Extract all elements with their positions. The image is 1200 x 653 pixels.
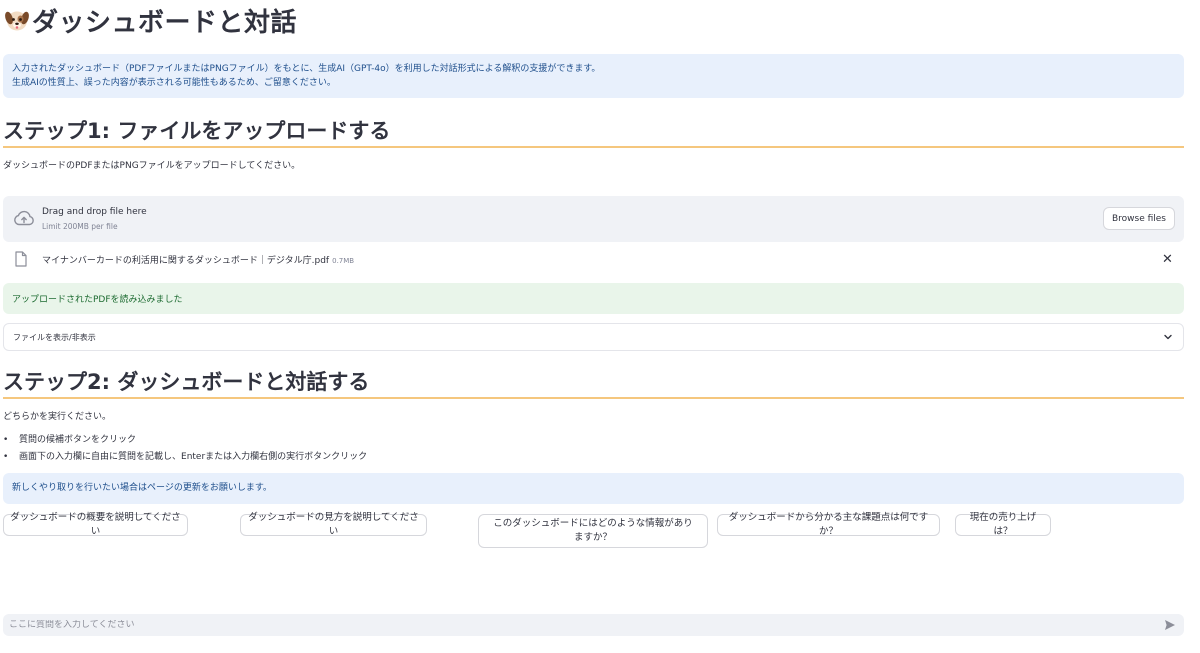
intro-line-2: 生成AIの性質上、誤った内容が表示される可能性もあるため、ご留意ください。 [12, 77, 336, 88]
step1-heading: ステップ1: ファイルをアップロードする [3, 119, 391, 143]
suggestion-button[interactable]: ダッシュボードの見方を説明してください [240, 512, 427, 537]
suggestion-button[interactable]: ダッシュボードの概要を説明してください [3, 512, 188, 537]
page-title-row: ダッシュボードと対話 [4, 4, 298, 38]
refresh-note: 新しくやり取りを行いたい場合はページの更新をお願いします。 [12, 482, 272, 493]
cloud-upload-icon [14, 210, 34, 226]
chat-input-bar [3, 614, 1184, 636]
expander-label: ファイルを表示/非表示 [13, 332, 96, 342]
chevron-down-icon [1164, 334, 1172, 340]
suggestion-button[interactable]: 現在の売り上げは？ [955, 512, 1051, 537]
step2-heading: ステップ2: ダッシュボードと対話する [3, 370, 370, 394]
suggestion-button[interactable]: ダッシュボードから分かる主な課題点は何ですか？ [717, 512, 940, 537]
dropzone-label: Drag and drop file here [42, 207, 147, 217]
intro-info-box: 入力されたダッシュボード（PDFファイルまたはPNGファイル）をもとに、生成AI… [3, 54, 1184, 98]
step2-instruction: どちらかを実行ください。 [3, 412, 112, 422]
refresh-info-box: 新しくやり取りを行いたい場合はページの更新をお願いします。 [3, 473, 1184, 504]
file-icon [15, 251, 27, 267]
intro-line-1: 入力されたダッシュボード（PDFファイルまたはPNGファイル）をもとに、生成AI… [12, 64, 601, 74]
chat-input[interactable] [9, 620, 1162, 630]
step2-divider [3, 397, 1184, 399]
page-title: ダッシュボードと対話 [32, 7, 298, 38]
list-item: 質問の候補ボタンをクリック [3, 432, 367, 449]
upload-success-alert: アップロードされたPDFを読み込みました [3, 283, 1184, 314]
suggestion-button[interactable]: このダッシュボードにはどのような情報がありますか？ [478, 514, 708, 548]
step2-bullet-list: 質問の候補ボタンをクリック 画面下の入力欄に自由に質問を記載し、Enterまたは… [3, 432, 367, 466]
step1-divider [3, 146, 1184, 148]
dropzone-limit: Limit 200MB per file [42, 222, 118, 231]
browse-files-button[interactable]: Browse files [1102, 207, 1175, 230]
uploaded-file-name: マイナンバーカードの利活用に関するダッシュボード｜デジタル庁.pdf 0.7MB [42, 253, 354, 266]
uploaded-file-name-text: マイナンバーカードの利活用に関するダッシュボード｜デジタル庁.pdf [42, 256, 330, 266]
send-button[interactable] [1162, 617, 1178, 633]
file-preview-expander[interactable]: ファイルを表示/非表示 [3, 323, 1184, 351]
remove-file-close-icon[interactable]: ✕ [1162, 252, 1173, 267]
list-item: 画面下の入力欄に自由に質問を記載し、Enterまたは入力欄右側の実行ボタンクリッ… [3, 449, 367, 466]
dog-face-icon [5, 11, 29, 31]
uploaded-file-size: 0.7MB [332, 257, 355, 265]
send-icon [1165, 620, 1175, 630]
step1-instruction: ダッシュボードのPDFまたはPNGファイルをアップロードしてください。 [3, 161, 301, 171]
file-dropzone[interactable]: Drag and drop file here Limit 200MB per … [3, 196, 1184, 242]
success-message: アップロードされたPDFを読み込みました [12, 295, 183, 305]
